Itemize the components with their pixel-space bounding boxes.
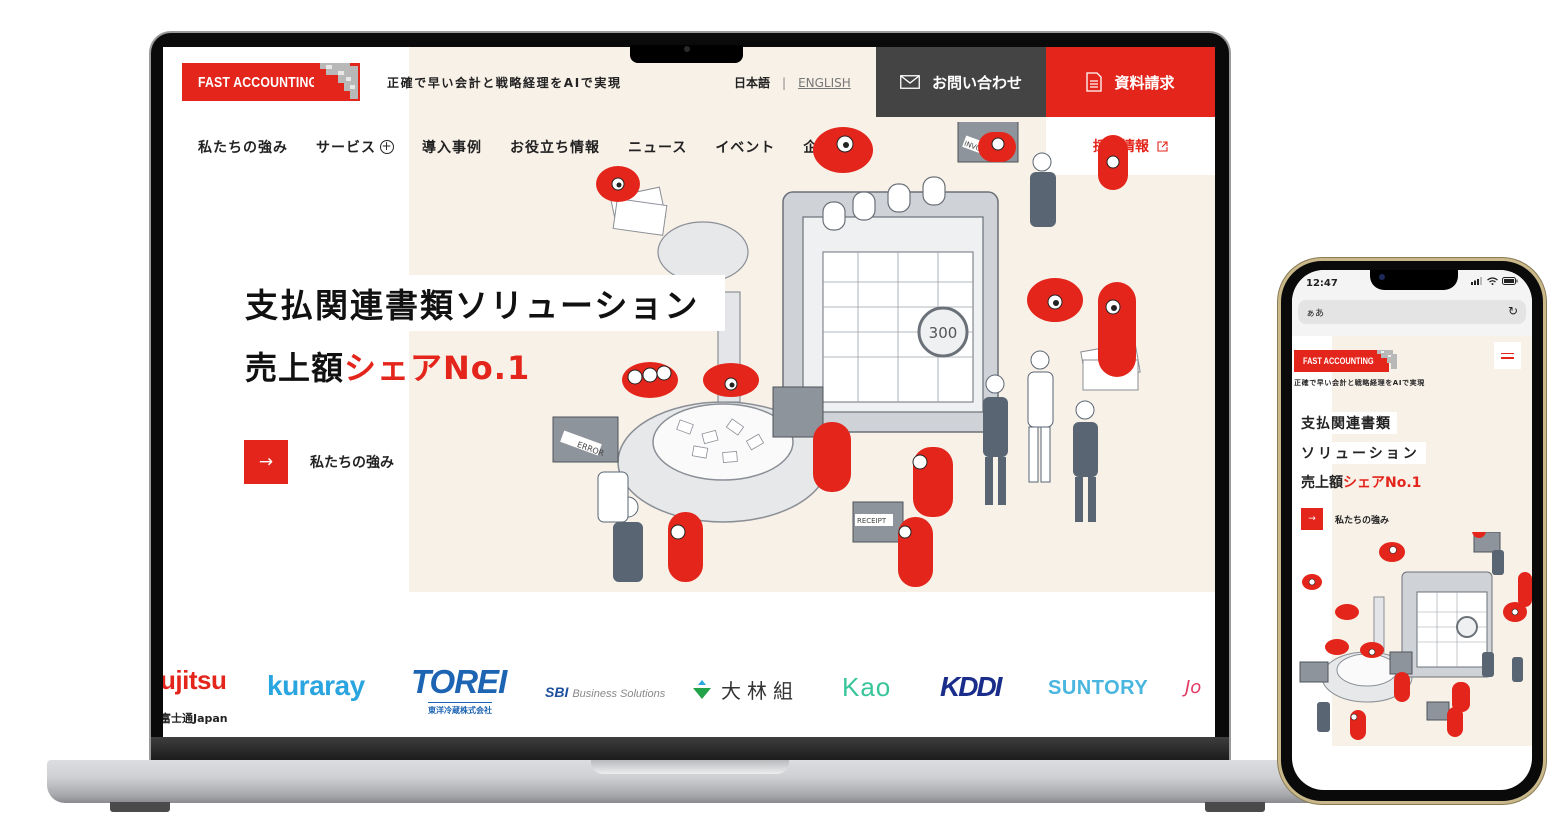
laptop-foot-right (1205, 802, 1265, 812)
client-logo-kao: Kao (842, 672, 892, 702)
sbi-text: Business Solutions (572, 688, 666, 700)
reader-text-size-button[interactable]: ぁあ (1306, 306, 1324, 319)
client-logo-fujitsu: ujitsu (163, 665, 227, 695)
status-time: 12:47 (1306, 278, 1338, 289)
mobile-brand-tagline: 正確で早い会計と戦略経理をAIで実現 (1294, 379, 1425, 387)
brand-tagline: 正確で早い会計と戦略経理をAIで実現 (387, 76, 622, 90)
lang-english[interactable]: ENGLISH (798, 76, 851, 90)
laptop-camera (684, 46, 690, 52)
nav-item-label: 私たちの強み (198, 140, 288, 156)
client-logo-partial: Jo (1185, 677, 1202, 698)
nav-item-case-studies[interactable]: 導入事例 (422, 137, 482, 157)
mobile-hero-cta-button[interactable]: → 私たちの強み (1301, 508, 1389, 530)
mobile-hero-illustration (1299, 532, 1532, 740)
hero-headline-line1: 支払関連書類ソリューション (235, 275, 726, 331)
sbi-mark: SBI (545, 684, 569, 700)
signal-icon (1471, 277, 1482, 285)
browser-url-bar[interactable]: ぁあ ↻ (1298, 300, 1526, 324)
request-documents-button[interactable]: 資料請求 (1046, 47, 1215, 117)
reload-icon[interactable]: ↻ (1508, 304, 1518, 318)
brand-logo[interactable]: FAST ACCOUNTING (182, 63, 360, 101)
contact-button[interactable]: お問い合わせ (876, 47, 1046, 117)
request-documents-label: 資料請求 (1114, 73, 1175, 92)
status-icons (1471, 277, 1518, 285)
hamburger-icon[interactable] (1494, 342, 1521, 369)
lang-japanese[interactable]: 日本語 (734, 74, 770, 91)
document-icon (1086, 72, 1103, 92)
brand-logo-text: FAST ACCOUNTING (198, 73, 319, 91)
arrow-right-icon: → (1301, 508, 1323, 530)
nav-item-services[interactable]: サービス + (316, 137, 394, 157)
nav-item-strengths[interactable]: 私たちの強み (198, 137, 288, 157)
illus-label-receipt: RECEIPT (857, 517, 887, 525)
nav-item-label: サービス (316, 140, 376, 156)
obayashi-text: 大林組 (721, 679, 799, 703)
client-logo-suntory: SUNTORY (1048, 677, 1149, 699)
desktop-website: FAST ACCOUNTING 正確で早い会計と戦略経理をAIで実現 日本語 |… (163, 47, 1215, 737)
mobile-headline-line1a: 支払関連書類 (1298, 412, 1397, 434)
hero-headline-line2: 売上額シェアNo.1 (245, 343, 530, 389)
nav-item-label: 導入事例 (422, 140, 482, 156)
contact-button-label: お問い合わせ (931, 73, 1022, 92)
arrow-right-icon: → (244, 440, 288, 484)
laptop-opening-groove (591, 760, 789, 774)
battery-icon (1502, 277, 1518, 285)
hero-headline-prefix: 売上額 (245, 349, 345, 387)
phone-camera (1379, 274, 1385, 280)
hero-headline-accent: シェアNo.1 (344, 349, 531, 387)
client-logo-torei-sub: 東洋冷蔵株式会社 (428, 702, 492, 716)
mobile-headline-line2: 売上額シェアNo.1 (1301, 472, 1421, 492)
client-logo-fujitsu-sub: 富士通Japan (163, 712, 228, 725)
client-logos-carousel: ujitsu 富士通Japan kuraray TOREI 東洋冷蔵株式会社 S… (163, 647, 1215, 737)
mobile-headline-accent: シェアNo.1 (1343, 475, 1422, 491)
client-logo-sbi: SBI Business Solutions (545, 684, 665, 700)
laptop-foot-left (110, 802, 170, 812)
mobile-brand-logo-text: FAST ACCOUNTING (1303, 356, 1374, 366)
plus-circle-icon: + (380, 139, 394, 154)
mobile-headline-prefix: 売上額 (1301, 475, 1343, 491)
mail-icon (900, 75, 920, 89)
mobile-hero-cta-label: 私たちの強み (1335, 515, 1390, 526)
lang-separator: | (782, 75, 787, 90)
illus-label-300: 300 (929, 324, 958, 342)
pixel-logo-mark-icon (314, 63, 360, 101)
language-switcher: 日本語 | ENGLISH (734, 74, 851, 91)
hero-cta-button[interactable]: → 私たちの強み (244, 440, 394, 484)
wifi-icon (1487, 277, 1498, 285)
laptop-bezel-bottom (151, 737, 1229, 761)
mobile-headline-line1b: ソリューション (1298, 442, 1426, 464)
phone-notch (1370, 270, 1458, 290)
obayashi-mark-icon (693, 679, 711, 699)
client-logo-kuraray: kuraray (267, 670, 365, 701)
client-logo-obayashi: 大林組 (691, 675, 799, 704)
client-logo-kddi: KDDI (940, 671, 1002, 702)
mobile-brand-logo[interactable]: FAST ACCOUNTING (1294, 350, 1397, 372)
client-logo-torei: TOREI (411, 663, 507, 700)
hero-cta-label: 私たちの強み (310, 455, 394, 471)
hero-illustration: 300 ERROR INVOICE RECEIPT (552, 122, 1141, 587)
pixel-logo-mark-icon (1377, 350, 1397, 369)
mobile-website: 12:47 ぁあ ↻ FAST ACCOUNTING 正確で早い会計と戦略経理を… (1292, 270, 1532, 790)
